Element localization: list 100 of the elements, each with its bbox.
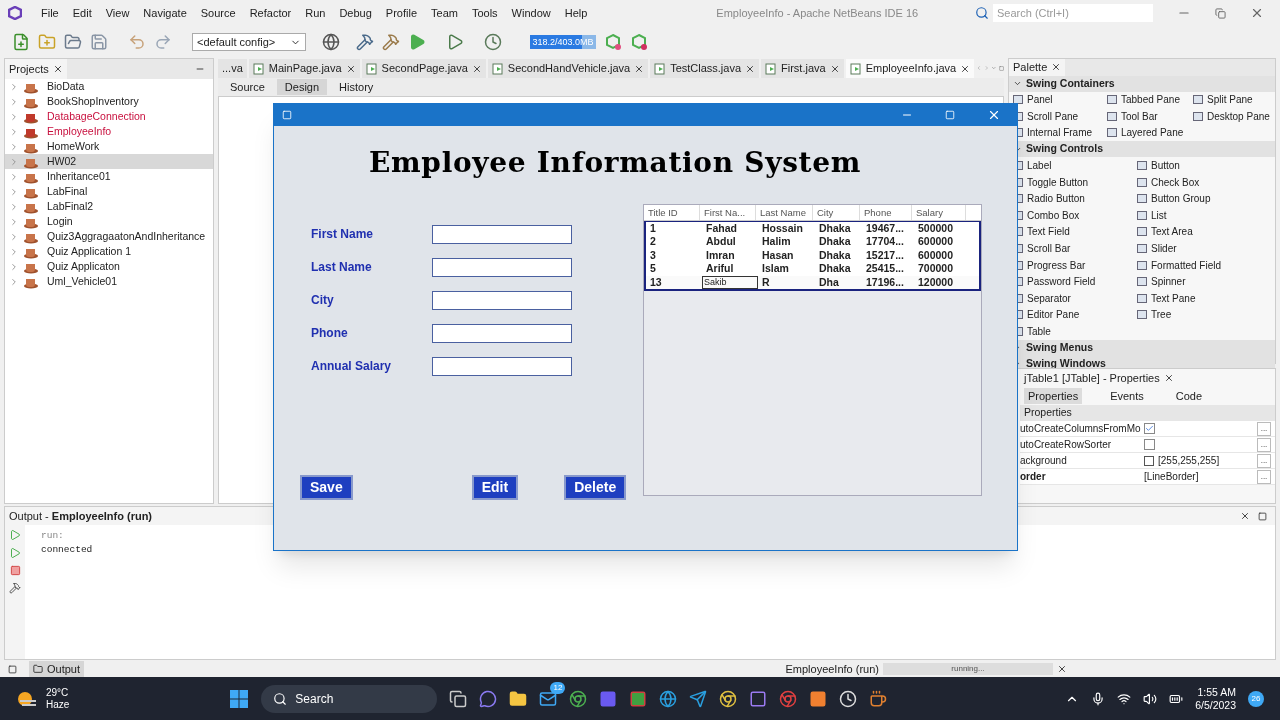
folder-icon[interactable] [509, 689, 528, 708]
column-header[interactable]: Title ID [644, 205, 700, 220]
start-icon[interactable] [229, 688, 250, 709]
column-header[interactable]: First Na... [700, 205, 756, 220]
column-header[interactable]: Salary [912, 205, 966, 220]
project-item[interactable]: BookShopInventory [5, 94, 213, 109]
ellipsis-button[interactable]: ... [1257, 437, 1271, 452]
close-icon[interactable] [1240, 511, 1250, 521]
ellipsis-button[interactable]: ... [1257, 421, 1271, 436]
hexagon-icon[interactable] [604, 33, 622, 51]
close-icon[interactable] [745, 63, 756, 74]
component-entry[interactable]: Text Pane [1137, 290, 1261, 307]
menu-item[interactable]: View [98, 4, 137, 22]
mail-icon[interactable] [539, 689, 558, 708]
project-item[interactable]: HW02 [5, 154, 213, 169]
text-field[interactable] [432, 323, 572, 343]
text-field[interactable] [432, 356, 572, 376]
view-tab[interactable]: Source [222, 78, 273, 96]
editor-tab[interactable]: TestClass.java [650, 59, 760, 78]
ellipsis-button[interactable]: ... [1257, 469, 1271, 484]
menu-item[interactable]: Source [193, 4, 243, 22]
globe-icon[interactable] [322, 33, 340, 51]
property-checkbox[interactable] [1144, 439, 1155, 450]
chat-icon[interactable] [479, 689, 498, 708]
project-item[interactable]: LabFinal [5, 184, 213, 199]
open-folder-icon[interactable] [64, 33, 82, 51]
component-entry[interactable]: Tabbed Pane [1107, 91, 1193, 109]
properties-window-tab[interactable]: jTable1 [JTable] - Properties [1024, 369, 1174, 387]
save-icon[interactable] [90, 33, 108, 51]
editor-tab[interactable]: ...va [218, 59, 247, 78]
column-header[interactable]: Last Name [756, 205, 813, 220]
project-item[interactable]: BioData [5, 79, 213, 94]
menu-item[interactable]: Tools [464, 4, 505, 22]
project-item[interactable]: Quiz3AggragaatonAndInheritance [5, 229, 213, 244]
editor-tab[interactable]: First.java [761, 59, 844, 78]
browser-icon[interactable] [659, 689, 678, 708]
close-icon[interactable] [52, 64, 63, 74]
project-item[interactable]: DatabageConnection [5, 109, 213, 124]
debug-icon[interactable] [446, 33, 464, 51]
text-field[interactable] [432, 290, 572, 310]
new-file-icon[interactable] [12, 33, 30, 51]
text-field[interactable] [432, 224, 572, 244]
project-item[interactable]: Uml_Vehicle01 [5, 274, 213, 289]
send-icon[interactable] [689, 689, 708, 708]
menu-item[interactable]: Refactor [242, 4, 299, 22]
menu-item[interactable]: Debug [332, 4, 379, 22]
action-button[interactable]: Delete [564, 475, 627, 500]
properties-tab[interactable]: Properties [1024, 387, 1083, 405]
run-icon[interactable] [408, 33, 426, 51]
rerun-icon[interactable] [9, 529, 21, 541]
column-header[interactable]: Phone [860, 205, 912, 220]
project-item[interactable]: EmployeeInfo [5, 124, 213, 139]
editor-tab[interactable]: SecondHandVehicle.java [487, 59, 649, 78]
app-icon[interactable] [809, 689, 828, 708]
cancel-icon[interactable] [1057, 664, 1067, 674]
app-icon[interactable] [839, 689, 858, 708]
maximize-icon[interactable] [1258, 511, 1267, 521]
hammer-icon[interactable] [382, 33, 400, 51]
component-entry[interactable]: Text Area [1137, 223, 1261, 241]
restore-icon[interactable] [1215, 7, 1226, 19]
mic-icon[interactable] [1091, 691, 1106, 706]
component-entry[interactable]: Layered Pane [1107, 124, 1193, 142]
component-entry[interactable]: Desktop Pane [1193, 108, 1275, 125]
editor-tab[interactable]: SecondPage.java [361, 59, 486, 78]
project-item[interactable]: LabFinal2 [5, 199, 213, 214]
app-icon[interactable] [629, 689, 648, 708]
palette-tab[interactable]: Palette [1009, 59, 1066, 76]
action-button[interactable]: Edit [471, 475, 519, 500]
action-button[interactable]: Save [300, 475, 353, 500]
editor-tab[interactable]: MainPage.java [248, 59, 360, 78]
cell-editor[interactable]: Sakib [702, 275, 758, 289]
component-entry[interactable]: Formatted Field [1137, 256, 1261, 274]
hammer-icon[interactable] [356, 33, 374, 51]
browser-icon[interactable] [719, 689, 738, 708]
app-icon[interactable] [749, 689, 768, 708]
browser-icon[interactable] [779, 689, 798, 708]
property-checkbox[interactable] [1144, 423, 1155, 434]
rerun-icon[interactable] [9, 547, 21, 559]
menu-item[interactable]: Window [504, 4, 558, 22]
memory-meter[interactable]: 318.2/403.0MB [530, 35, 596, 49]
menu-item[interactable]: Edit [65, 4, 99, 22]
text-field[interactable] [432, 257, 572, 277]
search-field[interactable]: Search (Ctrl+I) [993, 4, 1153, 22]
menu-item[interactable]: Team [424, 4, 465, 22]
menu-item[interactable]: Navigate [136, 4, 194, 22]
settings-icon[interactable] [9, 582, 21, 594]
wifi-icon[interactable] [1117, 691, 1132, 706]
menu-item[interactable]: Help [557, 4, 595, 22]
project-item[interactable]: Inheritance01 [5, 169, 213, 184]
project-item[interactable]: Login [5, 214, 213, 229]
component-entry[interactable]: Spinner [1137, 273, 1261, 291]
component-entry[interactable]: Button Group [1137, 190, 1261, 208]
config-dropdown[interactable]: <default config> [192, 33, 306, 51]
java-icon[interactable] [869, 689, 888, 708]
project-item[interactable]: Quiz Applicaton [5, 259, 213, 274]
hexagon-icon[interactable] [630, 33, 648, 51]
menu-item[interactable]: Profile [378, 4, 424, 22]
project-item[interactable]: HomeWork [5, 139, 213, 154]
close-icon[interactable] [471, 63, 482, 74]
column-header[interactable]: City [813, 205, 860, 220]
